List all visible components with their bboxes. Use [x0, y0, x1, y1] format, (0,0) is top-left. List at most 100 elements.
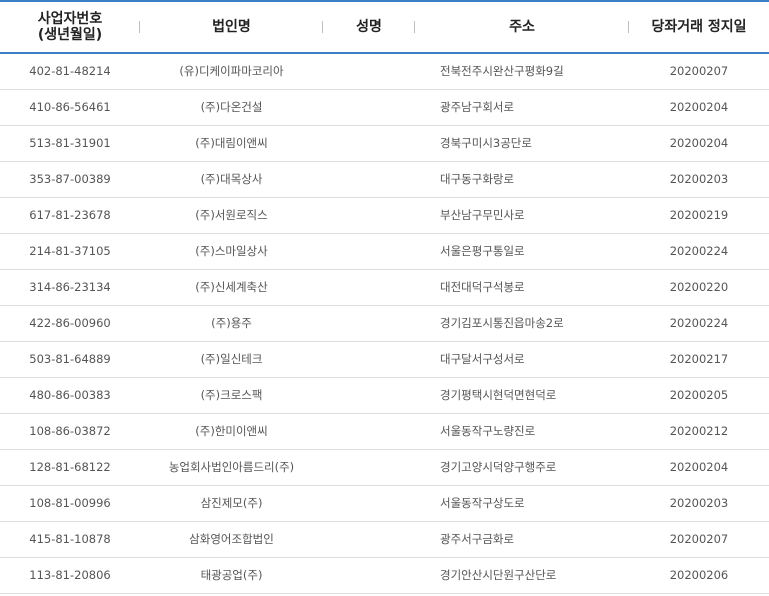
table-body: 402-81-48214 (유)디케이파마코리아 전북전주시완산구평화9길 20…: [0, 53, 769, 594]
cell-person-name: [323, 377, 415, 414]
cell-corporation-name: 삼진제모(주): [140, 485, 323, 522]
cell-person-name: [323, 341, 415, 378]
cell-business-number: 353-87-00389: [0, 161, 140, 198]
cell-corporation-name: 태광공업(주): [140, 557, 323, 594]
cell-corporation-name: (주)한미이앤씨: [140, 413, 323, 450]
column-header-person-name: 성명: [323, 0, 415, 54]
cell-suspension-date: 20200204: [629, 125, 769, 162]
cell-suspension-date: 20200212: [629, 413, 769, 450]
cell-address: 경기고양시덕양구행주로: [415, 449, 629, 486]
cell-suspension-date: 20200224: [629, 305, 769, 342]
table-row: 410-86-56461 (주)다온건설 광주남구회서로 20200204: [0, 89, 769, 126]
cell-business-number: 422-86-00960: [0, 305, 140, 342]
column-header-suspension-date-label: 당좌거래 정지일: [651, 19, 747, 35]
table-header: 사업자번호 (생년월일) 법인명 성명 주소 당좌거래 정지일: [0, 0, 769, 54]
column-header-person-name-label: 성명: [356, 19, 382, 35]
cell-address: 부산남구무민사로: [415, 197, 629, 234]
cell-business-number: 402-81-48214: [0, 53, 140, 90]
cell-suspension-date: 20200217: [629, 341, 769, 378]
cell-business-number: 513-81-31901: [0, 125, 140, 162]
cell-person-name: [323, 89, 415, 126]
cell-suspension-date: 20200206: [629, 557, 769, 594]
cell-suspension-date: 20200220: [629, 269, 769, 306]
suspended-accounts-table-container: 사업자번호 (생년월일) 법인명 성명 주소 당좌거래 정지일 402-81-4…: [0, 0, 769, 596]
cell-suspension-date: 20200207: [629, 521, 769, 558]
cell-business-number: 415-81-10878: [0, 521, 140, 558]
table-row: 617-81-23678 (주)서원로직스 부산남구무민사로 20200219: [0, 197, 769, 234]
cell-suspension-date: 20200205: [629, 377, 769, 414]
cell-person-name: [323, 485, 415, 522]
cell-person-name: [323, 557, 415, 594]
cell-person-name: [323, 53, 415, 90]
column-header-business-number-line2: (생년월일): [37, 27, 103, 43]
table-row: 128-81-68122 농업회사법인아름드리(주) 경기고양시덕양구행주로 2…: [0, 449, 769, 486]
cell-address: 서울은평구통일로: [415, 233, 629, 270]
cell-business-number: 314-86-23134: [0, 269, 140, 306]
cell-business-number: 410-86-56461: [0, 89, 140, 126]
cell-corporation-name: (주)일신테크: [140, 341, 323, 378]
table-row: 415-81-10878 삼화영어조합법인 광주서구금화로 20200207: [0, 521, 769, 558]
cell-business-number: 617-81-23678: [0, 197, 140, 234]
column-header-address-label: 주소: [509, 19, 535, 35]
cell-corporation-name: (주)크로스팩: [140, 377, 323, 414]
cell-address: 경기평택시현덕면현덕로: [415, 377, 629, 414]
cell-suspension-date: 20200204: [629, 449, 769, 486]
table-row: 402-81-48214 (유)디케이파마코리아 전북전주시완산구평화9길 20…: [0, 53, 769, 90]
cell-address: 서울동작구노량진로: [415, 413, 629, 450]
table-row: 214-81-37105 (주)스마일상사 서울은평구통일로 20200224: [0, 233, 769, 270]
cell-corporation-name: (주)다온건설: [140, 89, 323, 126]
cell-person-name: [323, 305, 415, 342]
cell-address: 광주남구회서로: [415, 89, 629, 126]
table-row: 422-86-00960 (주)용주 경기김포시통진읍마송2로 20200224: [0, 305, 769, 342]
cell-business-number: 214-81-37105: [0, 233, 140, 270]
column-header-suspension-date: 당좌거래 정지일: [629, 0, 769, 54]
cell-business-number: 113-81-20806: [0, 557, 140, 594]
cell-corporation-name: (주)대림이앤씨: [140, 125, 323, 162]
cell-person-name: [323, 197, 415, 234]
cell-person-name: [323, 413, 415, 450]
table-header-row: 사업자번호 (생년월일) 법인명 성명 주소 당좌거래 정지일: [0, 0, 769, 54]
cell-business-number: 503-81-64889: [0, 341, 140, 378]
cell-corporation-name: (주)스마일상사: [140, 233, 323, 270]
cell-corporation-name: (주)서원로직스: [140, 197, 323, 234]
cell-corporation-name: 농업회사법인아름드리(주): [140, 449, 323, 486]
cell-address: 경기김포시통진읍마송2로: [415, 305, 629, 342]
cell-person-name: [323, 233, 415, 270]
table-row: 480-86-00383 (주)크로스팩 경기평택시현덕면현덕로 2020020…: [0, 377, 769, 414]
cell-suspension-date: 20200203: [629, 161, 769, 198]
column-header-business-number-line1: 사업자번호: [37, 11, 103, 27]
column-header-address: 주소: [415, 0, 629, 54]
table-row: 108-86-03872 (주)한미이앤씨 서울동작구노량진로 20200212: [0, 413, 769, 450]
cell-person-name: [323, 161, 415, 198]
cell-address: 대구동구화랑로: [415, 161, 629, 198]
table-row: 108-81-00996 삼진제모(주) 서울동작구상도로 20200203: [0, 485, 769, 522]
table-row: 314-86-23134 (주)신세계축산 대전대덕구석봉로 20200220: [0, 269, 769, 306]
cell-corporation-name: (주)용주: [140, 305, 323, 342]
cell-business-number: 480-86-00383: [0, 377, 140, 414]
cell-suspension-date: 20200207: [629, 53, 769, 90]
table-row: 113-81-20806 태광공업(주) 경기안산시단원구산단로 2020020…: [0, 557, 769, 594]
cell-suspension-date: 20200224: [629, 233, 769, 270]
cell-person-name: [323, 269, 415, 306]
cell-address: 서울동작구상도로: [415, 485, 629, 522]
cell-address: 경기안산시단원구산단로: [415, 557, 629, 594]
cell-suspension-date: 20200203: [629, 485, 769, 522]
suspended-accounts-table: 사업자번호 (생년월일) 법인명 성명 주소 당좌거래 정지일 402-81-4…: [0, 0, 769, 594]
cell-business-number: 108-86-03872: [0, 413, 140, 450]
table-row: 503-81-64889 (주)일신테크 대구달서구성서로 20200217: [0, 341, 769, 378]
cell-corporation-name: (유)디케이파마코리아: [140, 53, 323, 90]
cell-suspension-date: 20200204: [629, 89, 769, 126]
cell-address: 전북전주시완산구평화9길: [415, 53, 629, 90]
table-row: 513-81-31901 (주)대림이앤씨 경북구미시3공단로 20200204: [0, 125, 769, 162]
cell-corporation-name: (주)신세계축산: [140, 269, 323, 306]
cell-address: 대구달서구성서로: [415, 341, 629, 378]
cell-person-name: [323, 449, 415, 486]
cell-corporation-name: 삼화영어조합법인: [140, 521, 323, 558]
cell-business-number: 128-81-68122: [0, 449, 140, 486]
cell-address: 대전대덕구석봉로: [415, 269, 629, 306]
cell-address: 경북구미시3공단로: [415, 125, 629, 162]
column-header-corporation-name: 법인명: [140, 0, 323, 54]
cell-corporation-name: (주)대목상사: [140, 161, 323, 198]
column-header-corporation-name-label: 법인명: [212, 19, 251, 35]
cell-suspension-date: 20200219: [629, 197, 769, 234]
